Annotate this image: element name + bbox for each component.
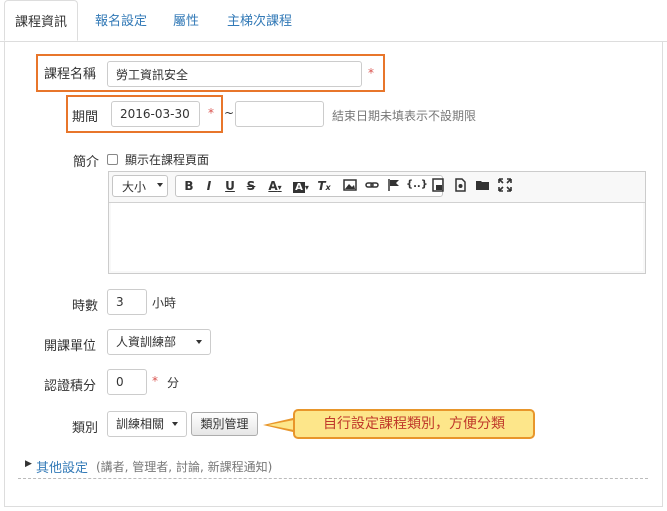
insert-button-group: {..} (335, 175, 512, 197)
other-settings-link[interactable]: 其他設定 (36, 457, 88, 476)
tab-bar: 課程資訊 報名設定 屬性 主梯次課程 (0, 0, 667, 42)
period-required: * (208, 106, 214, 120)
intro-show-checkbox[interactable] (107, 154, 118, 165)
category-label: 類別 (72, 421, 99, 436)
unit-select-value: 人資訓練部 (116, 335, 177, 349)
folder-icon[interactable] (475, 178, 490, 192)
credits-unit: 分 (167, 376, 180, 390)
tab-attributes[interactable]: 屬性 (173, 0, 199, 42)
hours-input[interactable] (107, 289, 147, 315)
chevron-down-icon (157, 183, 163, 187)
category-select-value: 訓練相關 (116, 417, 165, 431)
font-size-dropdown[interactable]: 大小 (112, 175, 168, 197)
bold-icon[interactable]: B (180, 176, 198, 196)
editor-toolbar: 大小 B I U S A▾ A ▾ Tx {..} (109, 172, 645, 203)
editor-content-area[interactable] (111, 203, 643, 271)
tab-registration[interactable]: 報名設定 (95, 0, 147, 42)
other-settings-hint: (講者, 管理者, 討論, 新課程通知) (96, 460, 273, 474)
period-label: 期間 (72, 110, 99, 125)
underline-icon[interactable]: U (221, 176, 239, 196)
tab-course-info[interactable]: 課程資訊 (4, 0, 79, 41)
period-hint: 結束日期未填表示不設期限 (332, 109, 477, 123)
chevron-down-icon (196, 340, 202, 344)
credits-label: 認證積分 (44, 379, 97, 394)
chevron-down-icon (172, 422, 178, 426)
hours-label: 時數 (72, 299, 99, 314)
unit-select[interactable]: 人資訓練部 (107, 329, 211, 355)
period-end-input[interactable] (235, 101, 324, 127)
font-size-label: 大小 (122, 180, 147, 194)
image-icon[interactable] (343, 178, 357, 192)
tab-main-session[interactable]: 主梯次課程 (227, 0, 292, 42)
fullscreen-icon[interactable] (498, 178, 512, 192)
flag-icon[interactable] (387, 178, 401, 192)
text-color-icon[interactable]: A▾ (264, 176, 286, 196)
clear-format-icon[interactable]: Tx (315, 176, 333, 196)
expand-arrow-icon[interactable]: ▶ (25, 459, 32, 469)
category-select[interactable]: 訓練相關 (107, 411, 187, 437)
section-divider (18, 478, 648, 479)
credits-input[interactable] (107, 369, 147, 395)
background-color-icon[interactable]: A ▾ (290, 176, 312, 196)
hours-unit: 小時 (152, 296, 177, 310)
credits-required: * (152, 374, 158, 388)
category-manage-button[interactable]: 類別管理 (191, 412, 258, 436)
strikethrough-icon[interactable]: S (242, 176, 260, 196)
course-name-input[interactable] (107, 61, 362, 87)
annotation-callout: 自行設定課程類別，方便分類 (293, 409, 535, 439)
italic-icon[interactable]: I (200, 176, 218, 196)
callout-arrow-fill (268, 420, 294, 430)
document-icon[interactable] (453, 178, 467, 192)
media-icon[interactable] (431, 178, 445, 192)
unit-label: 開課單位 (44, 339, 97, 354)
period-start-input[interactable] (111, 101, 200, 127)
period-separator: ~ (224, 106, 235, 120)
rich-text-editor: 大小 B I U S A▾ A ▾ Tx {..} (108, 171, 646, 274)
code-icon[interactable]: {..} (406, 175, 428, 195)
link-icon[interactable] (365, 178, 379, 192)
course-name-label: 課程名稱 (44, 67, 97, 82)
intro-checkbox-label: 顯示在課程頁面 (125, 153, 210, 167)
course-name-required: * (368, 66, 374, 80)
intro-label: 簡介 (73, 155, 100, 170)
